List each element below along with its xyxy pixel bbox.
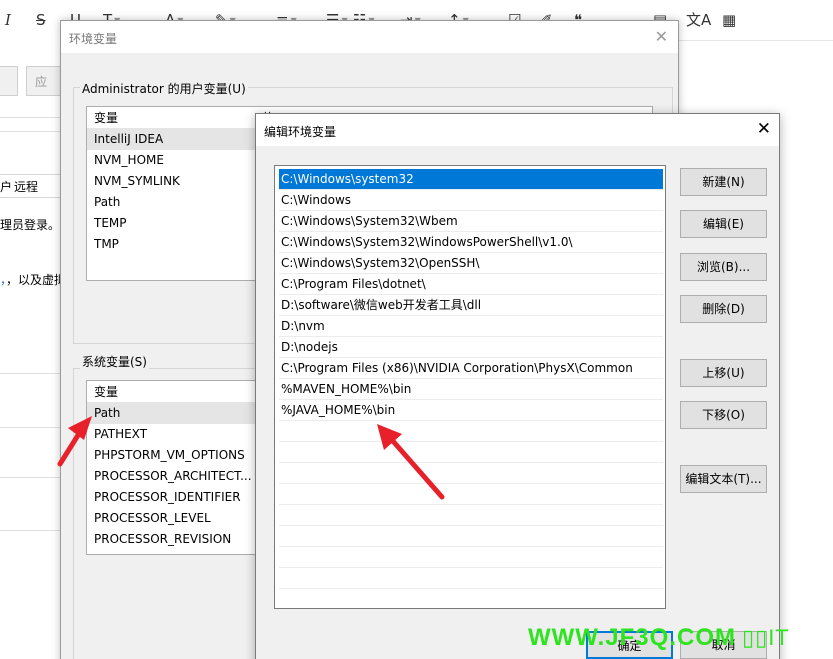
path-entry[interactable]: C:\Program Files\dotnet\ <box>279 274 663 295</box>
empty-path-row[interactable] <box>279 568 663 589</box>
background-tabs: 户 远程 <box>0 174 62 198</box>
background-text-line: 理员登录。 <box>0 218 61 232</box>
empty-path-row[interactable] <box>279 589 663 608</box>
empty-path-row[interactable] <box>279 421 663 442</box>
move-down-button[interactable]: 下移(O) <box>680 401 767 429</box>
path-entry[interactable]: %JAVA_HOME%\bin <box>279 400 663 421</box>
move-up-button[interactable]: 上移(U) <box>680 359 767 387</box>
path-entry[interactable]: C:\Windows\System32\OpenSSH\ <box>279 253 663 274</box>
watermark-text: WWW.JF3Q.COM <box>528 624 736 651</box>
path-entry[interactable]: D:\software\微信web开发者工具\dll <box>279 295 663 316</box>
path-entry[interactable]: C:\Windows\System32\WindowsPowerShell\v1… <box>279 232 663 253</box>
env-window-titlebar: 环境变量 ✕ <box>61 21 678 53</box>
path-entry[interactable]: C:\Windows\System32\Wbem <box>279 211 663 232</box>
path-entry[interactable]: D:\nodejs <box>279 337 663 358</box>
empty-path-row[interactable] <box>279 505 663 526</box>
divider <box>0 427 62 428</box>
path-entry[interactable]: %MAVEN_HOME%\bin <box>279 379 663 400</box>
empty-path-row[interactable] <box>279 442 663 463</box>
edit-environment-variable-dialog: 编辑环境变量 ✕ C:\Windows\system32 C:\Windows … <box>255 113 780 659</box>
divider <box>0 117 62 118</box>
background-page-left <box>0 40 62 659</box>
divider <box>0 477 62 478</box>
divider <box>0 131 62 132</box>
tab-fragment[interactable]: 户 <box>0 178 12 195</box>
close-icon[interactable]: ✕ <box>757 119 771 139</box>
divider <box>0 373 62 374</box>
env-window-title: 环境变量 <box>69 32 118 46</box>
empty-path-row[interactable] <box>279 526 663 547</box>
translate-icon[interactable]: 文A <box>686 10 711 30</box>
watermark-box-glyphs: ▯▯IT <box>741 625 790 650</box>
background-button[interactable] <box>0 66 18 96</box>
column-header-variable: 变量 <box>94 385 119 399</box>
strikethrough-button[interactable]: S <box>36 10 46 30</box>
path-entry[interactable]: D:\nvm <box>279 316 663 337</box>
empty-path-row[interactable] <box>279 484 663 505</box>
edit-text-button[interactable]: 编辑文本(T)... <box>680 465 767 493</box>
edit-button[interactable]: 编辑(E) <box>680 210 767 238</box>
empty-path-row[interactable] <box>279 547 663 568</box>
system-variables-label: 系统变量(S) <box>80 353 149 370</box>
background-text-fragment: ，以及虚拟 <box>6 273 67 287</box>
edit-dialog-titlebar: 编辑环境变量 ✕ <box>256 114 779 146</box>
path-entry[interactable]: C:\Windows\system32 <box>279 169 663 190</box>
background-text-line: ，，以及虚拟 <box>0 273 67 287</box>
notes-icon[interactable]: ▦ <box>722 10 736 30</box>
empty-path-row[interactable] <box>279 463 663 484</box>
divider <box>0 530 62 531</box>
user-variables-label: Administrator 的用户变量(U) <box>80 80 248 97</box>
tab-remote[interactable]: 远程 <box>14 178 38 195</box>
edit-dialog-title: 编辑环境变量 <box>264 125 337 139</box>
italic-button[interactable]: I <box>5 10 11 30</box>
watermark: WWW.JF3Q.COM ▯▯IT <box>528 624 790 652</box>
path-entries-list[interactable]: C:\Windows\system32 C:\Windows C:\Window… <box>274 165 666 609</box>
close-icon[interactable]: ✕ <box>655 27 668 46</box>
path-entry[interactable]: C:\Program Files (x86)\NVIDIA Corporatio… <box>279 358 663 379</box>
background-apply-button[interactable]: 应 <box>26 66 62 96</box>
delete-button[interactable]: 删除(D) <box>680 295 767 323</box>
browse-button[interactable]: 浏览(B)... <box>680 253 767 281</box>
new-button[interactable]: 新建(N) <box>680 168 767 196</box>
path-entry[interactable]: C:\Windows <box>279 190 663 211</box>
column-header-variable: 变量 <box>94 111 119 125</box>
